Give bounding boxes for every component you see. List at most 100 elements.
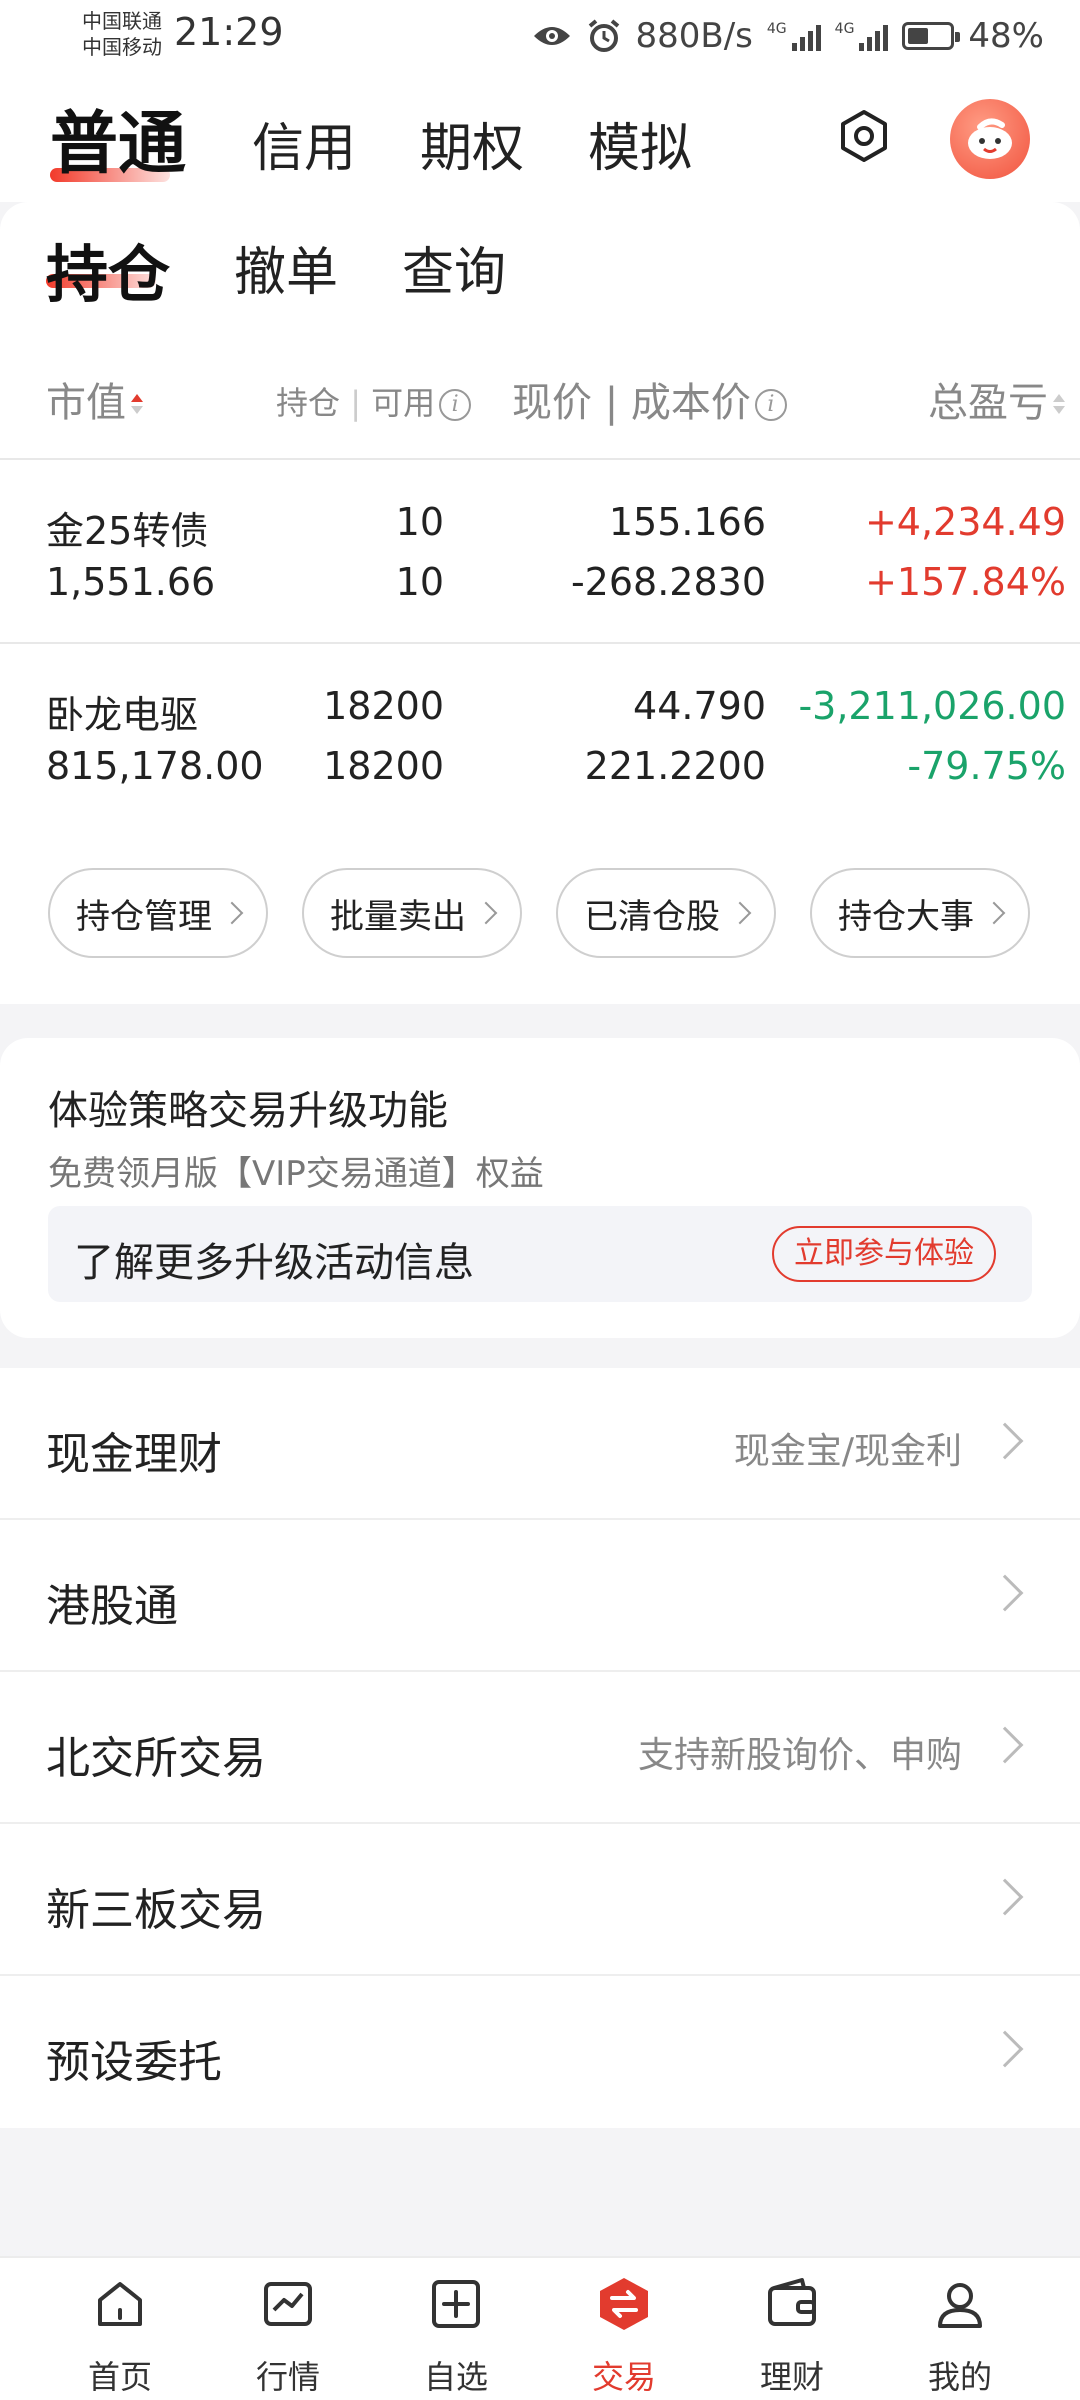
account-type-tabs: 普通 信用 期权 模拟: [0, 72, 1080, 202]
avatar-mascot: [968, 118, 1012, 159]
nav-wealth[interactable]: 理财: [708, 2258, 876, 2400]
strategy-promo-card: 体验策略交易升级功能 免费领月版【VIP交易通道】权益 了解更多升级活动信息 立…: [0, 1038, 1080, 1338]
tab-options[interactable]: 期权: [420, 106, 524, 181]
join-experience-button[interactable]: 立即参与体验: [772, 1226, 996, 1282]
position-market-value: 1,551.66: [46, 560, 216, 604]
service-hint: 现金宝/现金利: [733, 1431, 962, 1472]
chip-label: 持仓管理: [76, 896, 212, 937]
header-total-pl-label: 总盈亏: [928, 380, 1048, 426]
position-available: 18200: [323, 744, 444, 788]
chevron-right-icon: [474, 901, 498, 925]
position-price: 44.790: [633, 684, 766, 728]
nav-mine[interactable]: 我的: [876, 2258, 1044, 2400]
chip-label: 已清仓股: [584, 896, 720, 937]
info-icon-2[interactable]: i: [754, 389, 787, 421]
header-holding-label: 持仓: [276, 384, 341, 422]
battery-level: 48%: [968, 16, 1044, 56]
net-speed: 880B/s: [635, 16, 753, 56]
eye-icon: [533, 27, 570, 45]
service-hint: 支持新股询价、申购: [637, 1735, 962, 1776]
chevron-right-icon: [728, 901, 752, 925]
nav-market[interactable]: 行情: [204, 2258, 372, 2400]
row-divider: [0, 642, 1080, 644]
batch-sell-button[interactable]: 批量卖出: [302, 868, 522, 958]
position-available: 10: [395, 560, 444, 604]
promo-banner[interactable]: 了解更多升级活动信息 立即参与体验: [48, 1206, 1032, 1302]
position-pl: -3,211,026.00: [798, 684, 1066, 728]
service-item-cash-management[interactable]: 现金理财 现金宝/现金利: [0, 1368, 1080, 1520]
promo-banner-text: 了解更多升级活动信息: [74, 1240, 474, 1286]
tab-query[interactable]: 查询: [402, 230, 506, 305]
nav-label: 行情: [255, 2358, 320, 2396]
service-name: 新三板交易: [46, 1885, 266, 1936]
position-cost: 221.2200: [584, 744, 766, 788]
holdings-card: 持仓 撤单 查询 市值 持仓 | 可用 i 现价 | 成本价 i 总盈亏 金25转债…: [0, 202, 1080, 1004]
sort-icon-2: [1052, 390, 1066, 420]
header-separator-2: |: [604, 380, 619, 426]
position-events-button[interactable]: 持仓大事: [810, 868, 1030, 958]
position-pl: +4,234.49: [864, 500, 1066, 544]
network-type-label-2: 4G: [834, 21, 855, 37]
header-market-value-label: 市值: [46, 380, 126, 426]
position-management-button[interactable]: 持仓管理: [48, 868, 268, 958]
carrier-labels: 中国联通 中国移动: [82, 8, 162, 60]
promo-subtitle: 免费领月版【VIP交易通道】权益: [48, 1154, 544, 1194]
service-item-neeq-trading[interactable]: 新三板交易: [0, 1824, 1080, 1976]
position-market-value: 815,178.00: [46, 744, 264, 788]
chevron-right-icon: [220, 901, 244, 925]
chevron-right-icon: [982, 901, 1006, 925]
settings-hexagon-icon[interactable]: [836, 108, 892, 164]
header-total-pl[interactable]: 总盈亏: [928, 370, 1066, 428]
clock: 21:29: [174, 10, 284, 54]
service-item-bse-trading[interactable]: 北交所交易 支持新股询价、申购: [0, 1672, 1080, 1824]
service-name: 港股通: [46, 1581, 178, 1632]
service-item-hk-connect[interactable]: 港股通: [0, 1520, 1080, 1672]
header-cost-label: 成本价: [630, 380, 751, 426]
nav-label: 首页: [87, 2358, 152, 2396]
position-price: 155.166: [608, 500, 766, 544]
nav-trade[interactable]: 交易: [540, 2258, 708, 2400]
chip-label: 持仓大事: [838, 896, 974, 937]
service-item-preset-order[interactable]: 预设委托: [0, 1976, 1080, 2128]
position-pl-pct: +157.84%: [865, 560, 1066, 604]
service-name: 北交所交易: [46, 1733, 266, 1784]
add-square-icon: [432, 2280, 480, 2328]
position-name: 卧龙电驱: [46, 693, 199, 737]
tab-cancel-order[interactable]: 撤单: [234, 230, 338, 305]
promo-title: 体验策略交易升级功能: [48, 1088, 448, 1134]
avatar[interactable]: [950, 99, 1030, 179]
tab-normal[interactable]: 普通: [50, 88, 186, 187]
tab-positions[interactable]: 持仓: [46, 224, 170, 314]
position-cost: -268.2830: [570, 560, 766, 604]
status-icons: 880B/s 4G 4G 48%: [532, 14, 1044, 58]
status-bar: 中国联通 中国移动 21:29 880B/s 4G 4G 48%: [0, 0, 1080, 72]
header-holding-available: 持仓 | 可用 i: [276, 378, 472, 424]
info-icon[interactable]: i: [439, 389, 472, 421]
position-holding: 18200: [323, 684, 444, 728]
bottom-nav: 首页 行情 自选 交易 理财 我的: [0, 2256, 1080, 2400]
header-price-cost: 现价 | 成本价 i: [512, 370, 787, 428]
carrier-2: 中国移动: [82, 35, 162, 59]
signal-icon: 4G: [767, 21, 821, 51]
tab-simulation[interactable]: 模拟: [588, 106, 692, 181]
nav-label: 理财: [759, 2358, 824, 2396]
position-name: 金25转债: [46, 509, 209, 553]
sort-icon: [130, 390, 144, 420]
header-available-label: 可用: [371, 384, 436, 422]
header-price-label: 现价: [512, 380, 592, 426]
signal-icon-2: 4G: [835, 21, 889, 51]
cleared-stocks-button[interactable]: 已清仓股: [556, 868, 776, 958]
carrier-1: 中国联通: [82, 9, 162, 33]
nav-watchlist[interactable]: 自选: [372, 2258, 540, 2400]
user-icon: [938, 2283, 982, 2328]
services-list: 现金理财 现金宝/现金利 港股通 北交所交易 支持新股询价、申购 新三板交易 预…: [0, 1368, 1080, 2128]
trade-icon: [600, 2278, 648, 2330]
header-market-value[interactable]: 市值: [46, 370, 144, 428]
nav-home[interactable]: 首页: [36, 2258, 204, 2400]
chevron-right-icon: [986, 1422, 1024, 1460]
home-icon: [98, 2282, 142, 2326]
network-type-label: 4G: [766, 21, 787, 37]
tab-credit[interactable]: 信用: [252, 106, 356, 181]
position-holding: 10: [395, 500, 444, 544]
trade-page: 中国联通 中国移动 21:29 880B/s 4G 4G 48% 普通 信用 期…: [0, 0, 1080, 2400]
